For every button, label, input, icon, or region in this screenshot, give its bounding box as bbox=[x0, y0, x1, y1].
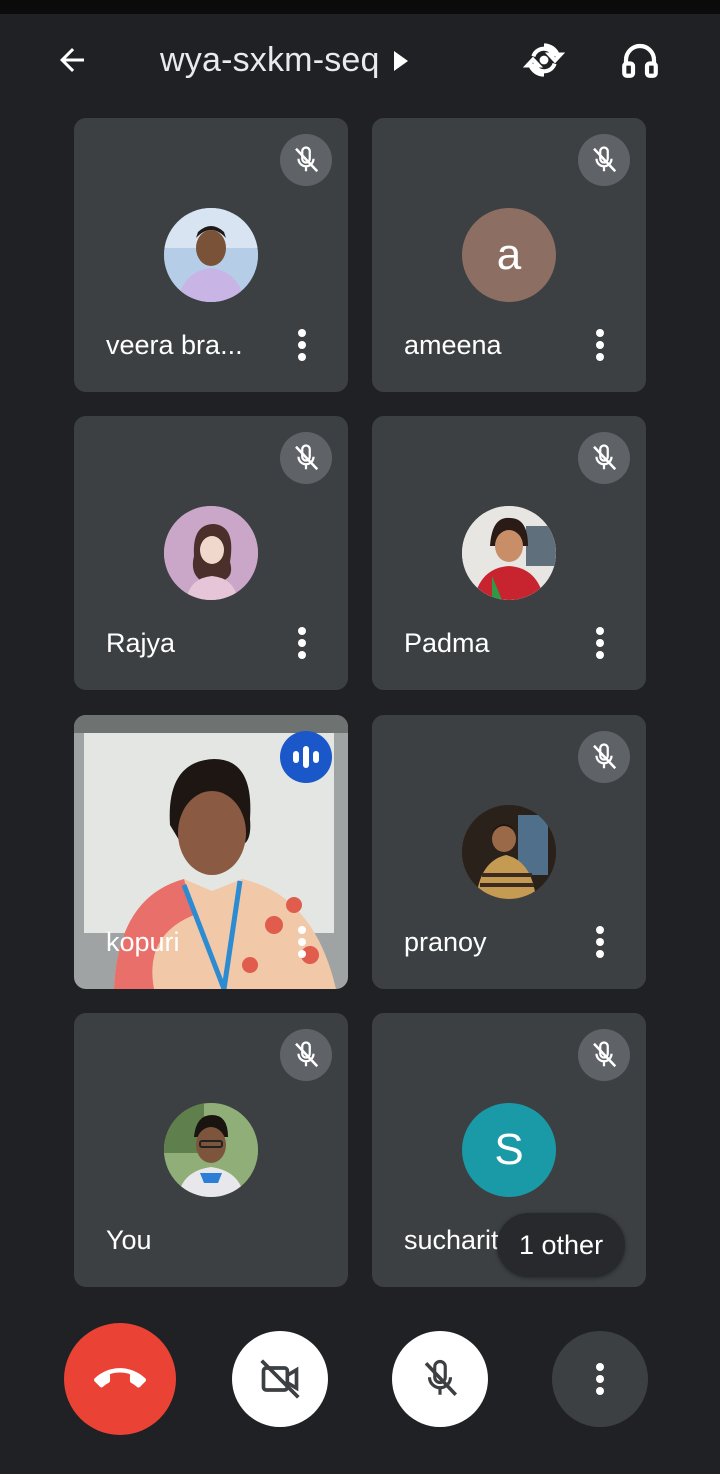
profile-photo bbox=[462, 805, 556, 899]
other-participants-chip[interactable]: 1 other bbox=[497, 1213, 626, 1277]
mic-off-icon bbox=[593, 146, 617, 173]
avatar bbox=[462, 506, 556, 600]
avatar-initial: S bbox=[462, 1103, 556, 1197]
avatar-initial: a bbox=[462, 208, 556, 302]
caret-right-icon bbox=[393, 50, 408, 71]
mic-off-icon bbox=[593, 743, 617, 770]
profile-photo bbox=[164, 208, 258, 302]
participant-tile[interactable]: pranoy bbox=[372, 715, 646, 989]
participant-options-button[interactable] bbox=[284, 325, 320, 365]
avatar-letter: a bbox=[496, 230, 522, 279]
speaking-indicator-badge bbox=[280, 731, 332, 783]
participant-options-button[interactable] bbox=[582, 325, 618, 365]
more-vert-icon bbox=[596, 329, 604, 361]
more-vert-icon bbox=[298, 926, 306, 958]
mic-off-icon bbox=[593, 444, 617, 471]
microphone-toggle-button[interactable] bbox=[392, 1331, 488, 1427]
participant-options-button[interactable] bbox=[284, 922, 320, 962]
participant-options-button[interactable] bbox=[582, 623, 618, 663]
end-call-icon bbox=[94, 1368, 146, 1388]
meeting-code: wya-sxkm-seq bbox=[160, 41, 380, 79]
participant-options-button[interactable] bbox=[582, 922, 618, 962]
avatar bbox=[462, 805, 556, 899]
headphones-icon bbox=[622, 43, 658, 78]
more-vert-icon bbox=[298, 627, 306, 659]
more-vert-icon bbox=[596, 627, 604, 659]
muted-mic-badge bbox=[578, 432, 630, 484]
status-bar-area bbox=[0, 0, 720, 14]
participant-name: ameena bbox=[404, 330, 502, 360]
mic-off-icon bbox=[295, 1041, 319, 1068]
avatar bbox=[164, 208, 258, 302]
audio-output-button[interactable] bbox=[608, 28, 672, 92]
call-header: wya-sxkm-seq bbox=[0, 14, 720, 106]
back-button[interactable] bbox=[40, 28, 104, 92]
more-vert-icon bbox=[596, 926, 604, 958]
avatar bbox=[164, 506, 258, 600]
profile-photo bbox=[462, 506, 556, 600]
profile-photo bbox=[164, 506, 258, 600]
mic-off-icon bbox=[593, 1041, 617, 1068]
participant-name: veera bra... bbox=[106, 330, 243, 360]
participant-tile[interactable]: veera bra... bbox=[74, 118, 348, 392]
back-arrow-icon bbox=[60, 48, 84, 72]
muted-mic-badge bbox=[578, 731, 630, 783]
end-call-button[interactable] bbox=[64, 1323, 176, 1435]
mic-off-icon bbox=[295, 444, 319, 471]
participant-name: Padma bbox=[404, 628, 490, 658]
switch-camera-icon bbox=[522, 43, 566, 77]
more-options-button[interactable] bbox=[552, 1331, 648, 1427]
mic-off-icon bbox=[424, 1360, 458, 1396]
camera-off-icon bbox=[260, 1359, 300, 1399]
participant-name: kopuri bbox=[106, 927, 180, 957]
participant-name: pranoy bbox=[404, 927, 487, 957]
participant-options-button[interactable] bbox=[284, 623, 320, 663]
camera-toggle-button[interactable] bbox=[232, 1331, 328, 1427]
participant-name: Rajya bbox=[106, 628, 176, 658]
more-vert-icon bbox=[298, 329, 306, 361]
participant-tile[interactable]: a ameena bbox=[372, 118, 646, 392]
muted-mic-badge bbox=[280, 134, 332, 186]
muted-mic-badge bbox=[280, 1029, 332, 1081]
participant-name: You bbox=[106, 1225, 152, 1255]
meeting-info-button[interactable]: wya-sxkm-seq bbox=[160, 41, 408, 80]
mic-off-icon bbox=[295, 146, 319, 173]
profile-photo bbox=[164, 1103, 258, 1197]
switch-camera-button[interactable] bbox=[512, 28, 576, 92]
avatar bbox=[164, 1103, 258, 1197]
meet-call-screen: wya-sxkm-seq veera bra... a ameena Rajya… bbox=[0, 0, 720, 1474]
muted-mic-badge bbox=[578, 1029, 630, 1081]
participant-tile[interactable]: Rajya bbox=[74, 416, 348, 690]
participant-tile[interactable]: Padma bbox=[372, 416, 646, 690]
more-options-icon bbox=[596, 1363, 604, 1395]
participant-video-tile[interactable]: kopuri bbox=[74, 715, 348, 989]
self-tile[interactable]: You bbox=[74, 1013, 348, 1287]
muted-mic-badge bbox=[578, 134, 630, 186]
muted-mic-badge bbox=[280, 432, 332, 484]
avatar-letter: S bbox=[494, 1125, 524, 1174]
